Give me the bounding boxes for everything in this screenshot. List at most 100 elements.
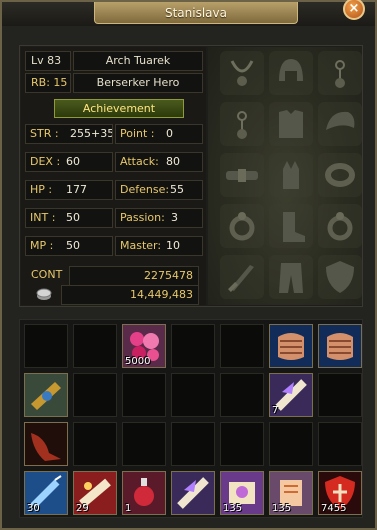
helmet-icon[interactable]: [269, 51, 313, 95]
window-title: Stanislava: [164, 6, 227, 20]
character-name: Arch Tuarek: [105, 54, 171, 67]
inventory-slot-empty[interactable]: [171, 422, 215, 466]
stat-point-value: 0: [166, 127, 173, 140]
achievement-label: Achievement: [82, 102, 156, 115]
bracelet-icon[interactable]: [318, 153, 362, 197]
inventory-slot-empty[interactable]: [269, 422, 313, 466]
item-quantity: 135: [223, 503, 243, 514]
weapon-icon[interactable]: [220, 255, 264, 299]
stat-dex-value: 60: [66, 155, 80, 168]
inventory-slot[interactable]: 7455: [318, 471, 362, 515]
stat-dex-label: DEX :: [30, 155, 61, 168]
ring-icon[interactable]: [318, 204, 362, 248]
stat-str-value: 255+35: [70, 127, 113, 140]
level-field: Lv 83: [25, 51, 71, 71]
stat-hp-label: HP :: [30, 183, 53, 196]
inventory-slot[interactable]: 5000: [122, 324, 166, 368]
stat-master: Master: 10: [115, 236, 203, 256]
stat-int-value: 50: [66, 211, 80, 224]
item-quantity: 7455: [321, 503, 347, 514]
stat-passion-value: 3: [171, 211, 178, 224]
earring-icon[interactable]: [318, 51, 362, 95]
inventory-slot-empty[interactable]: [171, 324, 215, 368]
inventory-slot-empty[interactable]: [171, 373, 215, 417]
stat-attack-value: 80: [166, 155, 180, 168]
inventory-slot[interactable]: [24, 373, 68, 417]
close-button[interactable]: ×: [343, 0, 365, 20]
necklace-icon[interactable]: [220, 51, 264, 95]
stat-str: STR : 255+35: [25, 124, 113, 144]
inventory-slot[interactable]: [171, 471, 215, 515]
armor-piece-icon: [319, 325, 361, 367]
stat-attack-label: Attack:: [120, 155, 159, 168]
item-quantity: 5000: [125, 356, 151, 367]
stat-int: INT : 50: [25, 208, 113, 228]
title-bar[interactable]: Stanislava ×: [2, 0, 375, 26]
inventory-slot-empty[interactable]: [220, 373, 264, 417]
rebirth-field: RB: 15: [25, 73, 71, 93]
inventory-slot-empty[interactable]: [73, 324, 117, 368]
inventory-slot-empty[interactable]: [73, 422, 117, 466]
stat-attack: Attack: 80: [115, 152, 203, 172]
coin-icon: [35, 285, 53, 303]
inventory-slot[interactable]: 135: [220, 471, 264, 515]
rebirth-value: RB: 15: [31, 76, 68, 89]
inventory-slot[interactable]: 135: [269, 471, 313, 515]
stat-point-label: Point :: [120, 127, 155, 140]
red-cape-icon: [25, 423, 67, 465]
gloves-icon[interactable]: [269, 153, 313, 197]
inventory-slot[interactable]: [318, 324, 362, 368]
item-quantity: 1: [125, 503, 132, 514]
item-quantity: 30: [27, 503, 40, 514]
achievement-button[interactable]: Achievement: [54, 99, 184, 118]
stat-mp-value: 50: [66, 239, 80, 252]
ring-icon[interactable]: [220, 204, 264, 248]
inventory-slot[interactable]: 29: [73, 471, 117, 515]
stat-hp-value: 177: [66, 183, 87, 196]
armor-icon[interactable]: [269, 102, 313, 146]
close-icon: ×: [348, 1, 360, 16]
earring-icon[interactable]: [220, 102, 264, 146]
item-quantity: 135: [272, 503, 292, 514]
shoulder-icon[interactable]: [318, 102, 362, 146]
equipment-grid: [208, 47, 362, 305]
inventory-slot-empty[interactable]: [73, 373, 117, 417]
inventory-slot-empty[interactable]: [220, 324, 264, 368]
stat-dex: DEX : 60: [25, 152, 113, 172]
character-name-field: Arch Tuarek: [73, 51, 203, 71]
character-panel: Lv 83 Arch Tuarek RB: 15 Berserker Hero …: [19, 45, 363, 307]
inventory-slot[interactable]: [24, 422, 68, 466]
boots-icon[interactable]: [269, 204, 313, 248]
shield-icon[interactable]: [318, 255, 362, 299]
stat-hp: HP : 177: [25, 180, 113, 200]
inventory-slot[interactable]: 30: [24, 471, 68, 515]
belt-icon[interactable]: [220, 153, 264, 197]
stat-str-label: STR :: [30, 127, 59, 140]
money-value: 14,449,483: [130, 288, 193, 301]
pants-icon[interactable]: [269, 255, 313, 299]
inventory-slot[interactable]: [269, 324, 313, 368]
stat-passion-label: Passion:: [120, 211, 165, 224]
inventory-slot-empty[interactable]: [24, 324, 68, 368]
inventory-slot[interactable]: 1: [122, 471, 166, 515]
stat-int-label: INT :: [30, 211, 56, 224]
inventory-slot-empty[interactable]: [318, 373, 362, 417]
stat-defense: Defense: 55: [115, 180, 203, 200]
cont-label: CONT: [31, 268, 63, 281]
title-plate: Stanislava: [94, 2, 298, 24]
inventory-slot-empty[interactable]: [122, 373, 166, 417]
inventory-slot-empty[interactable]: [220, 422, 264, 466]
character-window: Stanislava × Lv 83 Arch Tuarek RB: 15 Be…: [0, 0, 377, 530]
cont-field: 2275478: [69, 266, 199, 286]
cont-value: 2275478: [144, 269, 193, 282]
item-quantity: 29: [76, 503, 89, 514]
stat-defense-value: 55: [170, 183, 184, 196]
stat-mp-label: MP :: [30, 239, 54, 252]
stat-point: Point : 0: [115, 124, 203, 144]
stat-master-value: 10: [166, 239, 180, 252]
stats-panel: Lv 83 Arch Tuarek RB: 15 Berserker Hero …: [21, 47, 206, 305]
inventory-slot[interactable]: 7: [269, 373, 313, 417]
inventory-slot-empty[interactable]: [122, 422, 166, 466]
inventory-slot-empty[interactable]: [318, 422, 362, 466]
money-field: 14,449,483: [61, 285, 199, 305]
